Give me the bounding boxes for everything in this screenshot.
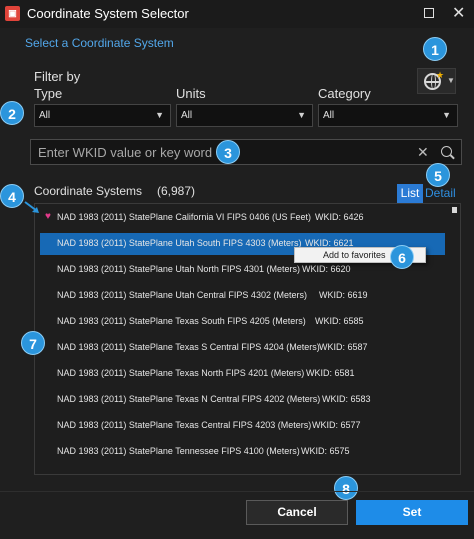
item-name: NAD 1983 (2011) StatePlane Utah South FI… <box>57 238 302 248</box>
footer-divider <box>0 491 474 492</box>
item-name: NAD 1983 (2011) StatePlane Texas S Centr… <box>57 342 320 352</box>
callout-badge: 8 <box>334 476 358 500</box>
item-wkid: WKID: 6577 <box>312 420 361 430</box>
item-wkid: WKID: 6581 <box>306 368 355 378</box>
section-title: Select a Coordinate System <box>25 36 174 50</box>
list-item[interactable]: NAD 1983 (2011) StatePlane Texas North F… <box>40 363 445 385</box>
item-name: NAD 1983 (2011) StatePlane Texas Central… <box>57 420 312 430</box>
app-icon: ▣ <box>5 6 20 21</box>
clear-icon[interactable]: ✕ <box>417 144 429 161</box>
callout-badge: 1 <box>423 37 447 61</box>
chevron-down-icon: ▼ <box>447 76 455 85</box>
item-name: NAD 1983 (2011) StatePlane Texas South F… <box>57 316 306 326</box>
item-wkid: WKID: 6426 <box>315 212 364 222</box>
filter-label: Filter by <box>34 69 81 84</box>
category-label: Category <box>318 86 371 101</box>
item-name: NAD 1983 (2011) StatePlane Utah North FI… <box>57 264 300 274</box>
category-dropdown-value: All <box>323 110 335 121</box>
chevron-down-icon: ▼ <box>155 110 164 120</box>
favorites-menu-button[interactable]: ★ ▼ <box>417 68 456 94</box>
item-name: NAD 1983 (2011) StatePlane Tennessee FIP… <box>57 446 300 456</box>
list-item[interactable]: NAD 1983 (2011) StatePlane Texas N Centr… <box>40 389 445 411</box>
item-wkid: WKID: 6575 <box>301 446 350 456</box>
item-wkid: WKID: 6619 <box>319 290 368 300</box>
scrollbar-thumb[interactable] <box>452 207 457 213</box>
callout-badge: 3 <box>216 140 240 164</box>
cancel-button[interactable]: Cancel <box>246 500 348 525</box>
search-box: ✕ <box>30 139 462 165</box>
item-wkid: WKID: 6583 <box>322 394 371 404</box>
units-label: Units <box>176 86 206 101</box>
item-name: NAD 1983 (2011) StatePlane Texas N Centr… <box>57 394 321 404</box>
close-button[interactable]: ✕ <box>452 3 465 23</box>
type-label: Type <box>34 86 63 101</box>
item-wkid: WKID: 6585 <box>315 316 364 326</box>
callout-badge: 7 <box>21 331 45 355</box>
callout-badge: 5 <box>426 163 450 187</box>
heart-icon: ♥ <box>45 211 51 222</box>
type-dropdown[interactable]: All ▼ <box>34 104 171 127</box>
item-wkid: WKID: 6587 <box>319 342 368 352</box>
list-item[interactable]: ♥ NAD 1983 (2011) StatePlane California … <box>40 207 445 229</box>
list-item[interactable]: NAD 1983 (2011) StatePlane Tennessee FIP… <box>40 441 445 463</box>
callout-badge: 6 <box>390 245 414 269</box>
coordinate-systems-count: (6,987) <box>157 184 196 198</box>
category-dropdown[interactable]: All ▼ <box>318 104 458 127</box>
list-item[interactable]: NAD 1983 (2011) StatePlane Utah Central … <box>40 285 445 307</box>
pointer-arrow-icon <box>24 201 39 213</box>
item-name: NAD 1983 (2011) StatePlane Texas North F… <box>57 368 305 378</box>
callout-badge: 2 <box>0 101 24 125</box>
window-title: Coordinate System Selector <box>27 6 189 21</box>
chevron-down-icon: ▼ <box>442 110 451 120</box>
units-dropdown[interactable]: All ▼ <box>176 104 313 127</box>
search-icon[interactable] <box>441 146 452 157</box>
list-item[interactable]: NAD 1983 (2011) StatePlane Texas South F… <box>40 311 445 333</box>
units-dropdown-value: All <box>181 110 193 121</box>
title-bar: ▣ Coordinate System Selector ✕ <box>0 0 474 28</box>
set-button[interactable]: Set <box>356 500 468 525</box>
callout-badge: 4 <box>0 184 24 208</box>
add-to-favorites-menu-item[interactable]: Add to favorites <box>323 250 386 260</box>
item-wkid: WKID: 6620 <box>302 264 351 274</box>
item-name: NAD 1983 (2011) StatePlane Utah Central … <box>57 290 307 300</box>
list-item[interactable]: NAD 1983 (2011) StatePlane Texas S Centr… <box>40 337 445 359</box>
maximize-button[interactable] <box>424 8 434 18</box>
list-item[interactable]: NAD 1983 (2011) StatePlane Texas Central… <box>40 415 445 437</box>
coordinate-system-list: ♥ NAD 1983 (2011) StatePlane California … <box>34 203 461 475</box>
star-icon: ★ <box>436 70 445 80</box>
item-name: NAD 1983 (2011) StatePlane California VI… <box>57 212 311 222</box>
type-dropdown-value: All <box>39 110 51 121</box>
coordinate-systems-label: Coordinate Systems <box>34 184 143 198</box>
chevron-down-icon: ▼ <box>297 110 306 120</box>
list-view-button[interactable]: List <box>397 184 423 203</box>
